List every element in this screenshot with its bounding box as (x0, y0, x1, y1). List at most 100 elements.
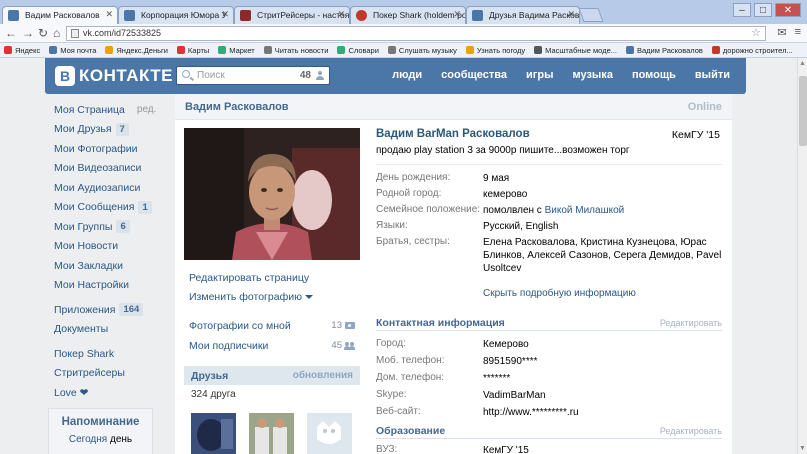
partner-link[interactable]: Викой Милашкой (545, 205, 625, 216)
person-icon (316, 71, 324, 80)
page-scrollbar[interactable]: ▲ ▼ (797, 58, 807, 454)
photos-with-me-link[interactable]: Фотографии со мной 13 (189, 320, 355, 340)
scroll-thumb[interactable] (799, 76, 807, 146)
maximize-icon[interactable]: □ (754, 3, 772, 17)
nav-logout[interactable]: выйти (695, 69, 730, 81)
bookmark-item[interactable]: Масштабные моде... (534, 46, 617, 55)
nav-communities[interactable]: сообщества (441, 69, 507, 81)
menu-app-streetracers[interactable]: Стритрейсеры (54, 364, 174, 384)
back-arrow-icon[interactable]: ← (5, 26, 17, 40)
reload-icon[interactable]: ↻ (38, 26, 48, 40)
friends-block-header[interactable]: Друзья обновления (184, 366, 360, 385)
bookmark-item[interactable]: Читать новости (263, 46, 328, 55)
bookmark-item[interactable]: Вадим Расковалов (626, 46, 703, 55)
tab-close-icon[interactable]: ✕ (453, 9, 461, 20)
bookmark-label: Масштабные моде... (545, 45, 617, 55)
bookmark-item[interactable]: Карты (176, 46, 209, 55)
tab-label: Покер Shark (holdem poke (373, 10, 466, 20)
friend-thumbnail[interactable] (307, 413, 352, 454)
menu-my-bookmarks[interactable]: Мои Закладки (54, 256, 174, 276)
address-bar[interactable]: vk.com/id72533825 ☆ (66, 26, 766, 41)
bookmark-item[interactable]: Моя почта (49, 46, 96, 55)
bookmark-item[interactable]: Яндекс (4, 46, 40, 55)
tab-close-icon[interactable]: ✕ (105, 9, 113, 20)
nav-help[interactable]: помощь (632, 69, 676, 81)
forward-arrow-icon[interactable]: → (22, 26, 34, 40)
nav-games[interactable]: игры (526, 69, 553, 81)
menu-my-news[interactable]: Мои Новости (54, 237, 174, 257)
menu-app-poker[interactable]: Покер Shark (54, 344, 174, 364)
bookmark-item[interactable]: Узнать погоду (465, 46, 525, 55)
nav-music[interactable]: музыка (572, 69, 612, 81)
info-value[interactable]: VadimBarMan (483, 389, 722, 402)
bookmark-item[interactable]: Маркет (218, 46, 255, 55)
browser-tab-4[interactable]: Покер Shark (holdem poke ✕ (350, 6, 466, 24)
tab-close-icon[interactable]: ✕ (337, 9, 345, 20)
info-label: День рождения: (376, 172, 451, 183)
info-value[interactable]: кемерово (483, 188, 722, 201)
search-input[interactable]: Поиск 48 (176, 66, 330, 85)
menu-documents[interactable]: Документы (54, 320, 174, 340)
university-label[interactable]: КемГУ '15 (672, 129, 720, 141)
browser-tab-3[interactable]: СтритРейсеры - настоящ ✕ (234, 6, 350, 24)
home-icon[interactable]: ⌂ (53, 26, 60, 40)
menu-my-messages[interactable]: Мои Сообщения 1 (54, 198, 174, 218)
toggle-details-link[interactable]: Скрыть подробную информацию (483, 288, 636, 299)
nav-people[interactable]: люди (392, 69, 422, 81)
profile-full-name: Вадим BarMan Расковалов (376, 128, 530, 140)
info-value[interactable]: КемГУ '15 (483, 444, 722, 454)
info-value[interactable]: Русский, English (483, 220, 722, 233)
info-value[interactable]: http://www.*********.ru (483, 406, 722, 419)
extension-icon[interactable]: ✉ (777, 26, 786, 39)
menu-label: Покер Shark (54, 347, 115, 360)
profile-status[interactable]: продаю play station 3 за 9000р пишите...… (376, 145, 630, 156)
scroll-up-icon[interactable]: ▲ (799, 60, 806, 67)
menu-my-photos[interactable]: Мои Фотографии (54, 139, 174, 159)
friends-title: Друзья (191, 370, 229, 382)
tab-close-icon[interactable]: ✕ (221, 9, 229, 20)
friend-thumbnail[interactable] (249, 413, 294, 454)
friend-thumbnail[interactable] (191, 413, 236, 454)
menu-my-videos[interactable]: Мои Видеозаписи (54, 159, 174, 179)
bookmark-item[interactable]: дорожно строител... (711, 45, 793, 55)
info-value[interactable]: 9 мая (483, 172, 722, 185)
menu-my-page[interactable]: Моя Страница ред. (54, 100, 174, 120)
info-value[interactable]: Кемерово (483, 338, 722, 351)
bookmark-item[interactable]: Яндекс.Деньги (105, 46, 168, 55)
menu-my-groups[interactable]: Мои Группы 6 (54, 217, 174, 237)
change-photo-link[interactable]: Изменить фотографию (189, 291, 313, 310)
edit-link[interactable]: ред. (137, 104, 157, 115)
friends-updates-link[interactable]: обновления (293, 370, 353, 381)
bookmark-item[interactable]: Слушать музыку (387, 46, 457, 55)
minimize-icon[interactable]: – (733, 3, 751, 17)
bookmark-star-icon[interactable]: ☆ (751, 26, 761, 39)
edit-page-link[interactable]: Редактировать страницу (189, 272, 313, 291)
scroll-down-icon[interactable]: ▼ (799, 445, 806, 452)
menu-apps[interactable]: Приложения 164 (54, 300, 174, 320)
profile-avatar[interactable] (184, 128, 360, 260)
bookmark-label: дорожно строител... (722, 45, 793, 55)
menu-my-friends[interactable]: Мои Друзья 7 (54, 120, 174, 140)
menu-my-audio[interactable]: Мои Аудиозаписи (54, 178, 174, 198)
browser-tab-5[interactable]: Друзья Вадима Расковало ✕ (466, 6, 580, 24)
vk-logo[interactable]: В КОНТАКТЕ (55, 66, 173, 86)
followers-link[interactable]: Мои подписчики 45 (189, 340, 355, 360)
close-window-icon[interactable]: ✕ (775, 3, 801, 17)
tab-close-icon[interactable]: ✕ (567, 9, 575, 20)
menu-icon[interactable]: ≡ (795, 26, 801, 39)
browser-tab-2[interactable]: Корпорация Юмора У ✕ (118, 6, 234, 24)
menu-label: Мои Закладки (54, 259, 123, 272)
info-value[interactable]: Елена Расковалова, Кристина Кузнецова, Ю… (483, 236, 722, 275)
bookmarks-bar: Яндекс Моя почта Яндекс.Деньги Карты Мар… (0, 43, 807, 58)
reminder-link[interactable]: Сегодня (69, 434, 107, 445)
menu-my-settings[interactable]: Мои Настройки (54, 276, 174, 296)
menu-app-love[interactable]: Love ❤ (54, 383, 174, 403)
contacts-section-header: Контактная информация Редактировать (376, 317, 722, 331)
new-tab-button[interactable] (578, 8, 604, 22)
browser-tab-1[interactable]: Вадим Расковалов ✕ (2, 6, 118, 24)
friend-photo (249, 413, 294, 454)
bookmark-item[interactable]: Словари (337, 46, 379, 55)
education-edit-link[interactable]: Редактировать (660, 426, 722, 436)
contacts-edit-link[interactable]: Редактировать (660, 318, 722, 328)
online-friends-count: 48 (299, 70, 311, 81)
